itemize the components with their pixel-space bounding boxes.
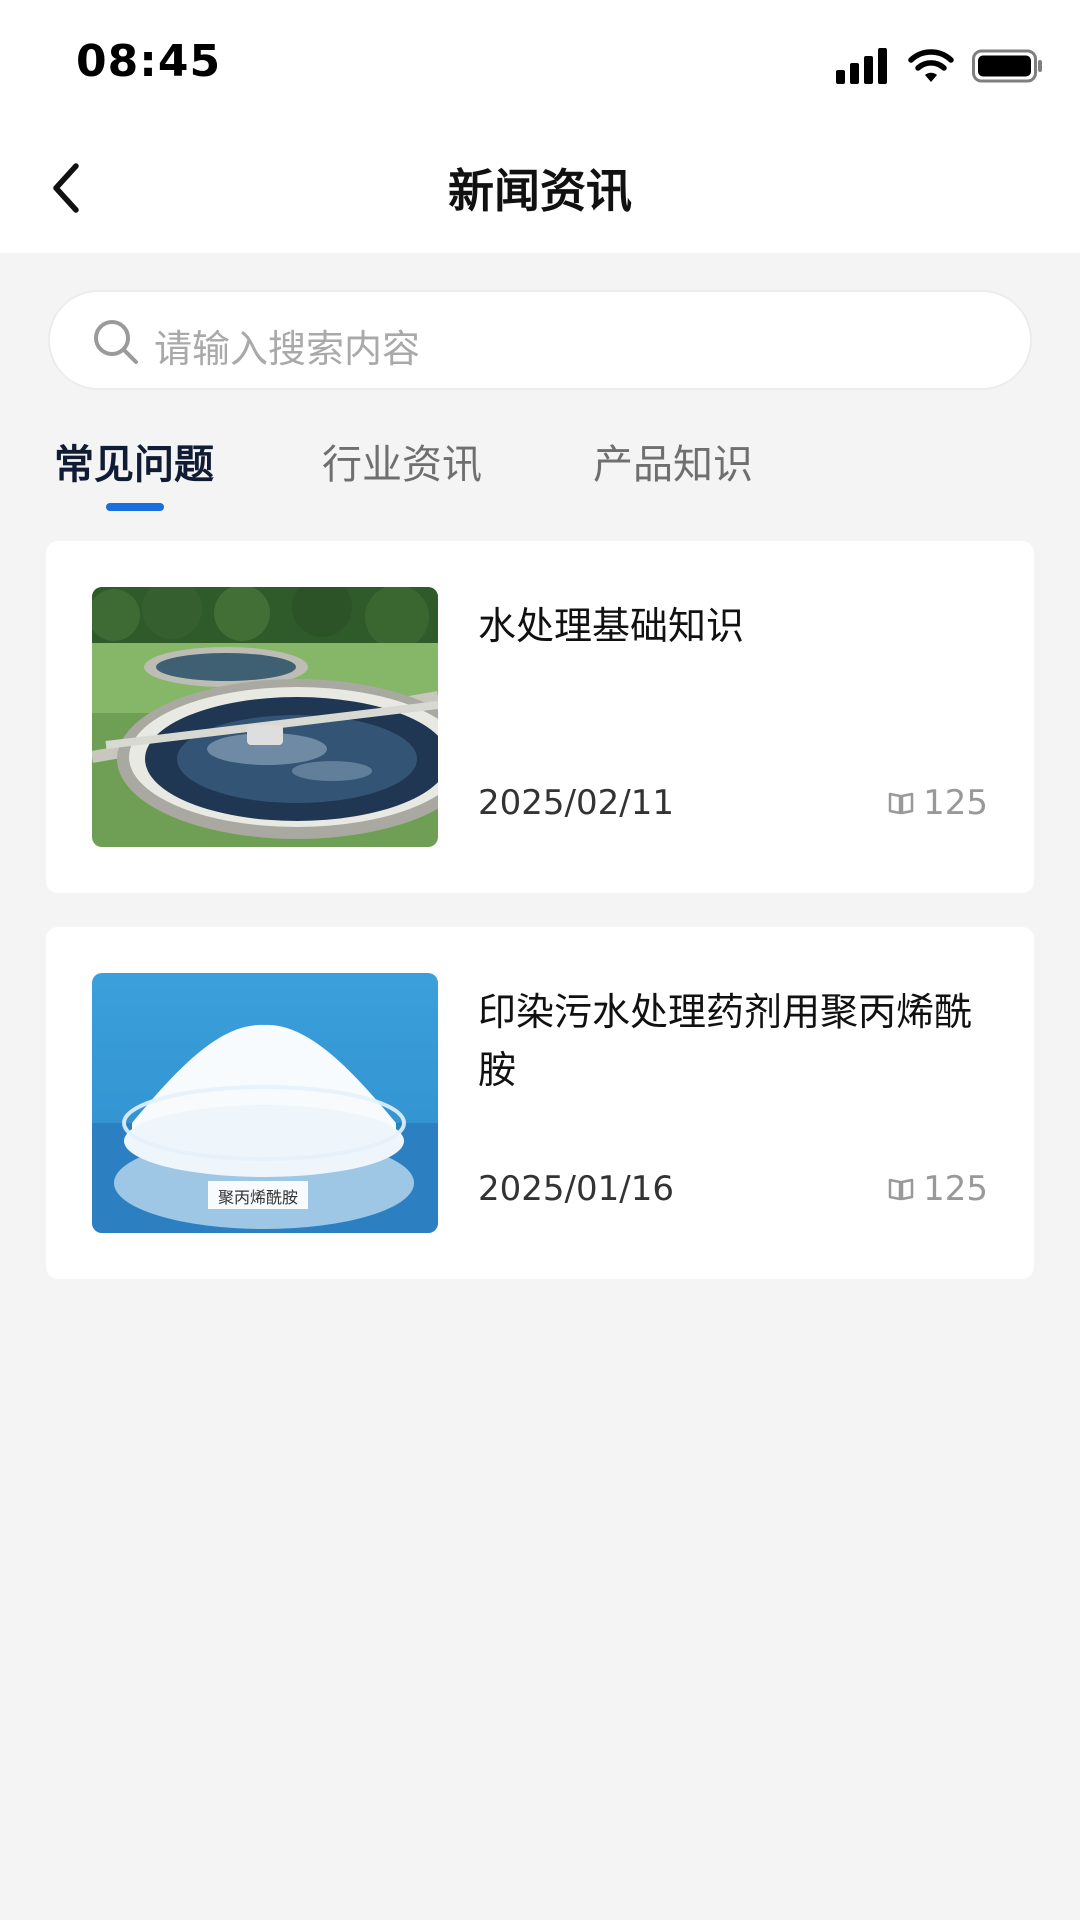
polyacrylamide-powder-image: 聚丙烯酰胺 [92,973,438,1233]
book-icon [888,1178,914,1201]
article-title: 印染污水处理药剂用聚丙烯酰胺 [478,990,973,1092]
status-time: 08:45 [76,36,222,87]
tab-faq[interactable]: 常见问题 [54,432,214,490]
wifi-icon [908,49,954,82]
top-bar: 08:45 新闻资讯 [0,0,1080,253]
views-count: 125 [923,783,988,823]
active-tab-indicator [106,503,164,511]
views-count: 125 [923,1169,988,1209]
status-icons [836,46,1044,86]
article-title: 水处理基础知识 [478,604,745,648]
book-icon [888,792,914,815]
article-views: 125 [887,1169,988,1209]
article-card[interactable]: 聚丙烯酰胺 印染污水处理药剂用聚丙烯酰胺 2025/01/16 125 [46,927,1034,1279]
thumb-label: 聚丙烯酰胺 [217,1188,298,1207]
page-title: 新闻资讯 [448,164,632,218]
water-treatment-tank-image [92,587,438,847]
search-input[interactable]: 请输入搜索内容 [48,290,1032,390]
battery-icon [972,49,1042,83]
search-icon [94,320,138,364]
tab-product-knowledge[interactable]: 产品知识 [593,432,753,490]
article-views: 125 [887,783,988,823]
article-date: 2025/01/16 [478,1169,674,1209]
article-card[interactable]: 水处理基础知识 2025/02/11 125 [46,541,1034,893]
tab-industry-news[interactable]: 行业资讯 [322,432,482,490]
article-date: 2025/02/11 [478,783,674,823]
signal-icon [836,48,887,84]
search-placeholder: 请输入搜索内容 [154,327,421,371]
